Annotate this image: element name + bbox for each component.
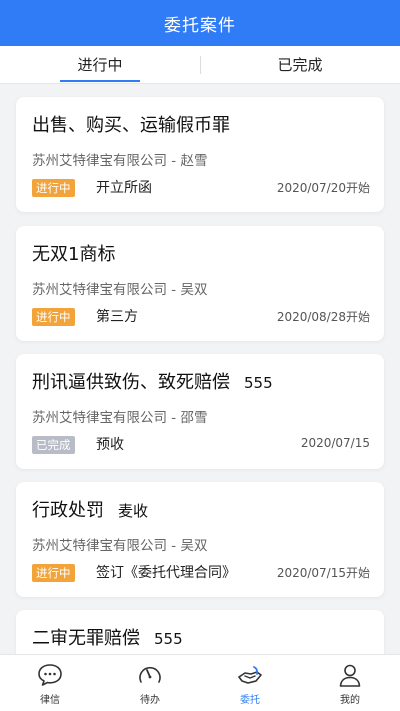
case-title-text: 二审无罪赔偿 (32, 628, 140, 649)
case-title-extra: 555 (154, 630, 183, 648)
case-title: 二审无罪赔偿 555 (32, 624, 183, 650)
tab-completed[interactable]: 已完成 (200, 46, 400, 84)
case-title-text: 行政处罚 (32, 500, 104, 521)
nav-label-messages: 律信 (40, 694, 60, 706)
app-header: 委托案件 (0, 0, 400, 46)
case-date: 2020/07/20开始 (276, 181, 370, 195)
case-card[interactable]: 二审无罪赔偿 555 (16, 610, 384, 654)
case-stage: 第三方 (96, 309, 138, 325)
case-date: 2020/07/15开始 (276, 566, 370, 580)
nav-item-todo[interactable]: 待办 (100, 655, 200, 711)
case-title-text: 无双1商标 (32, 244, 116, 265)
nav-label-profile: 我的 (340, 694, 360, 706)
case-date: 2020/07/15 (300, 436, 370, 450)
status-badge: 进行中 (32, 308, 75, 326)
status-badge: 进行中 (32, 179, 75, 197)
case-card[interactable]: 出售、购买、运输假币罪 苏州艾特律宝有限公司 - 赵雪 进行中 开立所函 202… (16, 97, 384, 212)
case-card[interactable]: 无双1商标 苏州艾特律宝有限公司 - 吴双 进行中 第三方 2020/08/28… (16, 226, 384, 341)
case-company: 苏州艾特律宝有限公司 - 吴双 (32, 538, 208, 554)
case-card[interactable]: 刑讯逼供致伤、致死赔偿 555 苏州艾特律宝有限公司 - 邵雪 已完成 预收 20… (16, 354, 384, 469)
status-tabs: 进行中 已完成 (0, 46, 400, 84)
nav-label-entrust: 委托 (240, 694, 260, 706)
case-title-extra: 555 (244, 374, 273, 392)
nav-label-todo: 待办 (140, 694, 160, 706)
nav-item-entrust[interactable]: 委托 (200, 655, 300, 711)
case-title-text: 出售、购买、运输假币罪 (32, 115, 230, 136)
case-date: 2020/08/28开始 (276, 310, 370, 324)
tab-in-progress[interactable]: 进行中 (0, 46, 200, 84)
case-list[interactable]: 出售、购买、运输假币罪 苏州艾特律宝有限公司 - 赵雪 进行中 开立所函 202… (0, 84, 400, 654)
case-company: 苏州艾特律宝有限公司 - 邵雪 (32, 410, 208, 426)
page-title: 委托案件 (164, 15, 236, 36)
case-title: 无双1商标 (32, 240, 115, 266)
case-title: 行政处罚 麦收 (32, 496, 148, 522)
case-title-extra: 麦收 (118, 502, 149, 520)
handshake-icon (238, 665, 262, 684)
case-stage: 预收 (96, 437, 124, 453)
status-badge: 已完成 (32, 436, 75, 454)
nav-item-messages[interactable]: 律信 (0, 655, 100, 711)
case-company: 苏州艾特律宝有限公司 - 赵雪 (32, 153, 208, 169)
bottom-nav: 律信 待办 委托 我的 (0, 654, 400, 711)
chat-icon (38, 663, 62, 686)
gauge-icon (139, 666, 161, 683)
case-title: 刑讯逼供致伤、致死赔偿 555 (32, 368, 273, 394)
case-stage: 开立所函 (96, 180, 152, 196)
case-company: 苏州艾特律宝有限公司 - 吴双 (32, 282, 208, 298)
case-title: 出售、购买、运输假币罪 (32, 111, 230, 137)
case-stage: 签订《委托代理合同》 (96, 565, 236, 581)
case-title-text: 刑讯逼供致伤、致死赔偿 (32, 372, 230, 393)
nav-item-profile[interactable]: 我的 (300, 655, 400, 711)
user-icon (339, 664, 361, 687)
case-card[interactable]: 行政处罚 麦收 苏州艾特律宝有限公司 - 吴双 进行中 签订《委托代理合同》 20… (16, 482, 384, 597)
status-badge: 进行中 (32, 564, 75, 582)
